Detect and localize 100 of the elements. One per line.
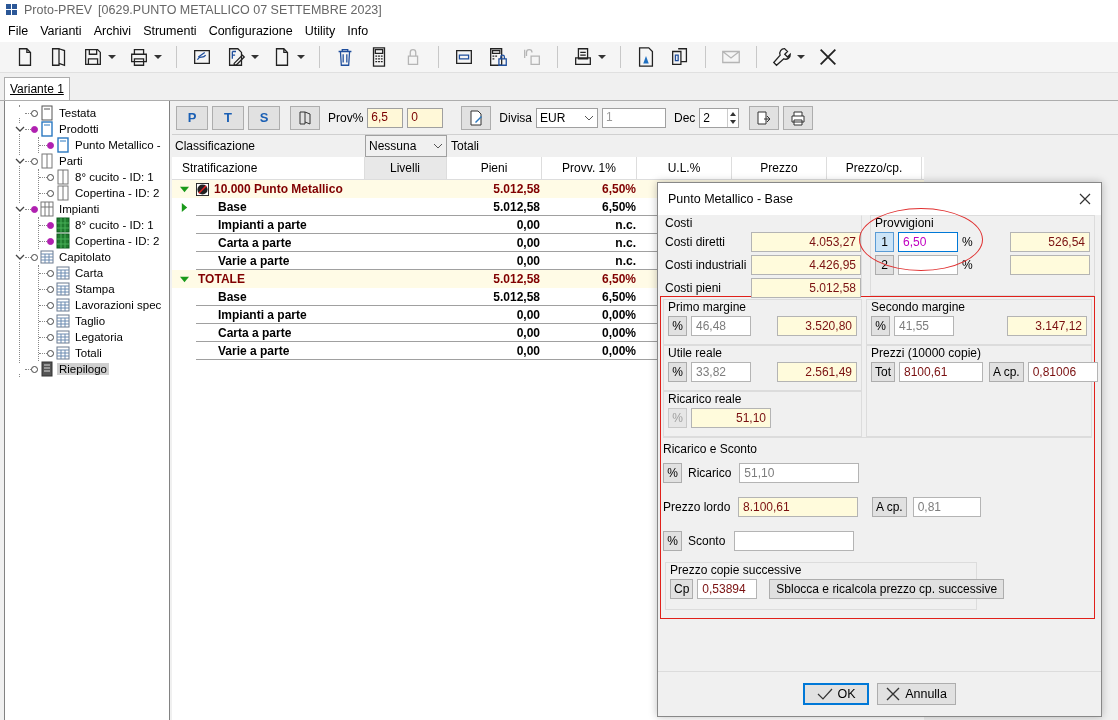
input-field[interactable] — [1010, 254, 1090, 275]
menu-item[interactable]: Varianti — [34, 24, 88, 38]
cancel-button[interactable]: Annulla — [877, 683, 956, 705]
tree-item[interactable]: Stampa — [73, 283, 117, 295]
column-header[interactable]: Provv. 1% — [542, 157, 637, 179]
menu-item[interactable]: Utility — [298, 24, 342, 38]
input-field[interactable]: 8100,61 — [899, 361, 983, 382]
input-field[interactable]: 3.147,12 — [1007, 315, 1087, 336]
input-field[interactable]: 0,81006 — [1027, 361, 1098, 382]
tree-item[interactable]: 8° cucito - ID: 1 — [73, 171, 156, 183]
input-field[interactable]: 2.561,49 — [777, 361, 857, 382]
menu-item[interactable]: Info — [341, 24, 375, 38]
copy-price-button[interactable]: Cp — [670, 578, 694, 599]
book-button[interactable] — [290, 105, 320, 130]
column-header[interactable]: Prezzo — [732, 157, 827, 179]
tree-item[interactable]: Capitolato — [57, 251, 113, 263]
input-field[interactable]: 526,54 — [1010, 231, 1090, 252]
tree-item[interactable]: Taglio — [73, 315, 108, 327]
input-field[interactable] — [898, 254, 958, 275]
menu-item[interactable]: Strumenti — [137, 24, 203, 38]
tree-item[interactable]: Parti — [57, 155, 85, 167]
export-button[interactable] — [749, 105, 780, 130]
view-button[interactable]: P — [176, 105, 208, 130]
chevron-icon — [433, 143, 443, 149]
percent-button[interactable]: % — [663, 531, 682, 551]
caret-icon[interactable] — [154, 53, 162, 61]
view-button[interactable]: S — [248, 105, 280, 130]
tree-item[interactable]: Lavorazioni spec — [73, 299, 164, 311]
caret-icon[interactable] — [598, 53, 606, 61]
print-icon[interactable] — [128, 46, 150, 68]
ok-button[interactable]: OK — [803, 683, 870, 705]
tree-item[interactable]: Impianti — [57, 203, 102, 215]
caret-icon[interactable] — [297, 53, 305, 61]
view-button[interactable]: T — [212, 105, 244, 130]
close-icon[interactable] — [817, 46, 839, 68]
tab[interactable]: Variante 1 — [4, 77, 70, 100]
input-field[interactable]: 6,5 — [367, 107, 404, 128]
wrench-icon[interactable] — [771, 46, 793, 68]
per-copy-button[interactable]: A cp. — [989, 361, 1024, 382]
chevron-icon[interactable] — [15, 204, 25, 214]
chevron-icon[interactable] — [15, 252, 25, 262]
edit-button[interactable] — [461, 105, 492, 130]
save-icon[interactable] — [82, 46, 104, 68]
caret-icon[interactable] — [797, 53, 805, 61]
tree-item[interactable]: Totali — [73, 347, 104, 359]
inbox-icon[interactable] — [572, 46, 594, 68]
recalculate-button[interactable]: Sblocca e ricalcola prezzo cp. successive — [769, 578, 1005, 599]
commission-button[interactable]: 1 — [875, 231, 894, 252]
menu-item[interactable]: File — [2, 24, 35, 38]
input-field[interactable]: 51,10 — [739, 463, 860, 483]
input-field[interactable]: 51,10 — [691, 407, 771, 428]
input-field[interactable]: 0,53894 — [697, 578, 758, 599]
column-header[interactable]: Prezzo/cp. — [827, 157, 922, 179]
print-button[interactable] — [783, 105, 814, 130]
expand-arrow-icon[interactable] — [179, 202, 189, 212]
input-field[interactable]: 8.100,61 — [738, 497, 858, 517]
caret-icon[interactable] — [108, 53, 116, 61]
tree-item[interactable]: Copertina - ID: 2 — [73, 235, 162, 247]
expand-arrow-icon[interactable] — [179, 184, 189, 194]
close-icon[interactable] — [1079, 193, 1091, 205]
input-field[interactable]: 4.426,95 — [751, 254, 861, 275]
caret-icon[interactable] — [251, 53, 259, 61]
input-field[interactable]: 41,55 — [894, 315, 954, 336]
percent-button[interactable]: % — [668, 361, 687, 382]
tree-item[interactable]: Legatoria — [73, 331, 125, 343]
input-field[interactable]: 4.053,27 — [751, 231, 861, 252]
tree-item[interactable]: 8° cucito - ID: 1 — [73, 219, 156, 231]
input-field[interactable]: 3.520,80 — [777, 315, 857, 336]
input-field[interactable]: 0,81 — [912, 497, 981, 517]
percent-button[interactable]: % — [668, 315, 687, 336]
chevron-icon[interactable] — [15, 124, 25, 134]
row-label: TOTALE — [197, 272, 246, 286]
column-header[interactable]: Pieni — [447, 157, 542, 179]
menu-item[interactable]: Archivi — [87, 24, 138, 38]
tree-item[interactable]: Prodotti — [57, 123, 101, 135]
tree-item[interactable]: Punto Metallico - — [73, 139, 163, 151]
input-field[interactable]: 33,82 — [691, 361, 751, 382]
tree-item[interactable]: Testata — [57, 107, 99, 119]
percent-button[interactable]: % — [871, 315, 890, 336]
input-field[interactable] — [734, 531, 854, 551]
input-field[interactable]: 46,48 — [691, 315, 751, 336]
tree-item[interactable]: Copertina - ID: 2 — [73, 187, 162, 199]
classification-dropdown[interactable]: Nessuna — [365, 135, 447, 157]
column-header[interactable]: U.L.% — [637, 157, 732, 179]
menu-item[interactable]: Configurazione — [202, 24, 299, 38]
spin-arrows-icon[interactable] — [727, 108, 739, 127]
per-copy-button[interactable]: A cp. — [872, 497, 907, 517]
spin-field[interactable]: 2 — [699, 107, 740, 128]
input-field[interactable]: 5.012,58 — [751, 277, 861, 298]
column-header[interactable]: Livelli — [365, 157, 447, 179]
chevron-icon[interactable] — [15, 156, 25, 166]
input-field[interactable]: 0 — [407, 107, 444, 128]
input-field[interactable]: 6,50 — [898, 231, 958, 252]
total-button[interactable]: Tot — [871, 361, 895, 382]
currency-dropdown[interactable]: EUR — [536, 107, 598, 128]
tree-item[interactable]: Carta — [73, 267, 106, 279]
percent-button[interactable]: % — [663, 463, 682, 483]
calculator-lock-icon[interactable] — [487, 46, 509, 68]
tree-item[interactable]: Riepilogo — [57, 363, 109, 375]
expand-arrow-icon[interactable] — [179, 274, 189, 284]
